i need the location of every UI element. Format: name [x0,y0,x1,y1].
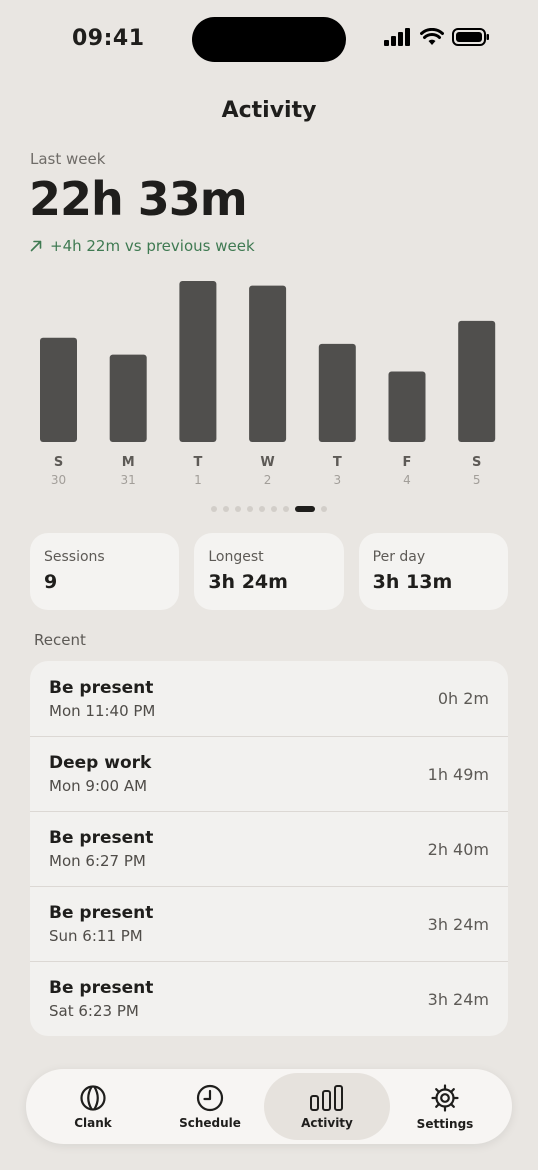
total-duration: 22h 33m [29,172,248,226]
delta-text: +4h 22m vs previous week [50,237,255,255]
page-dot[interactable] [295,506,315,512]
date-label: 3 [333,473,341,487]
page-dot[interactable] [211,506,217,512]
date-label: 5 [473,473,481,487]
dynamic-island [192,17,346,62]
day-label: T [333,455,342,470]
page-dot[interactable] [247,506,253,512]
page-dot[interactable] [235,506,241,512]
tab-label: Settings [416,1116,474,1131]
page-dot[interactable] [321,506,327,512]
bar-4[interactable] [318,343,356,442]
cellular-signal-icon [384,28,410,46]
list-item[interactable]: Be present Mon 6:27 PM 2h 40m [30,811,508,886]
session-time: Sun 6:11 PM [49,927,143,945]
session-duration: 0h 2m [437,689,489,708]
tab-label: Activity [301,1115,353,1130]
session-title: Deep work [49,753,152,773]
bar-2[interactable] [179,281,217,442]
day-label: W [260,455,274,470]
tab-bar: Clank Schedule Activity Settings [26,1069,512,1144]
status-bar: 09:41 [0,0,538,80]
period-label: Last week [30,150,106,168]
stat-label: Per day [372,549,426,565]
session-time: Sat 6:23 PM [49,1002,139,1020]
session-duration: 3h 24m [427,914,489,934]
day-label: S [54,455,63,470]
gear-icon [431,1083,459,1112]
stats-row: Sessions 9 Longest 3h 24m Per day 3h 13m [30,533,508,610]
list-item[interactable]: Be present Mon 11:40 PM 0h 2m [30,661,508,736]
session-duration: 3h 24m [427,989,489,1009]
session-duration: 1h 49m [427,764,489,784]
bar-0[interactable] [40,337,77,442]
list-item[interactable]: Be present Sun 6:11 PM 3h 24m [30,886,508,961]
bar-1[interactable] [109,354,147,442]
tab-clank[interactable]: Clank [30,1073,156,1140]
page-indicator[interactable] [0,506,538,512]
chart-canvas: S 30 M 31 T 1 W 2 T 3 F 4 S 5 [40,281,496,487]
date-label: 4 [403,473,411,487]
status-icons [384,28,490,46]
list-item[interactable]: Be present Sat 6:23 PM 3h 24m [30,961,508,1036]
clank-icon [80,1084,106,1111]
session-time: Mon 6:27 PM [49,852,146,870]
session-time: Mon 11:40 PM [49,701,156,720]
stat-card-longest: Longest 3h 24m [194,533,344,610]
stat-label: Sessions [44,549,105,565]
clock-icon [196,1084,224,1111]
date-label: 31 [121,473,136,487]
stat-value: 3h 24m [208,571,288,593]
battery-icon [452,28,489,46]
tab-settings[interactable]: Settings [382,1073,508,1140]
tab-label: Clank [74,1115,112,1130]
wifi-icon [420,28,444,45]
page-title: Activity [221,98,317,123]
page-dot[interactable] [223,506,229,512]
day-label: M [122,455,135,470]
day-label: S [472,455,481,470]
stat-card-sessions: Sessions 9 [30,533,180,610]
status-time: 09:41 [72,26,145,51]
recent-section-label: Recent [34,631,86,649]
bar-5[interactable] [388,371,426,442]
bar-6[interactable] [458,320,496,442]
bar-3[interactable] [249,285,287,442]
weekly-bar-chart: S 30 M 31 T 1 W 2 T 3 F 4 S 5 [0,270,538,490]
date-label: 30 [51,473,66,487]
list-item[interactable]: Deep work Mon 9:00 AM 1h 49m [30,736,508,811]
page-dot[interactable] [283,506,289,512]
session-title: Be present [49,677,154,698]
tab-schedule[interactable]: Schedule [147,1073,273,1140]
tab-activity[interactable]: Activity [264,1073,390,1140]
stat-value: 9 [44,571,58,593]
tab-label: Schedule [179,1115,241,1130]
session-title: Be present [49,828,154,848]
recent-sessions-list: Be present Mon 11:40 PM 0h 2m Deep work Mo… [30,661,508,1036]
trend-up-arrow-icon [30,240,42,252]
bar-chart-icon [310,1084,343,1111]
date-label: 1 [194,473,202,487]
session-title: Be present [49,978,154,998]
date-label: 2 [264,473,272,487]
page-dot[interactable] [259,506,265,512]
stat-card-per-day: Per day 3h 13m [358,533,508,610]
session-duration: 2h 40m [427,839,489,859]
page-dot[interactable] [271,506,277,512]
stat-label: Longest [208,549,264,565]
session-title: Be present [49,903,154,923]
delta-indicator: +4h 22m vs previous week [30,237,255,255]
stat-value: 3h 13m [372,571,453,593]
day-label: F [403,455,412,470]
day-label: T [193,455,202,470]
session-time: Mon 9:00 AM [49,777,148,795]
